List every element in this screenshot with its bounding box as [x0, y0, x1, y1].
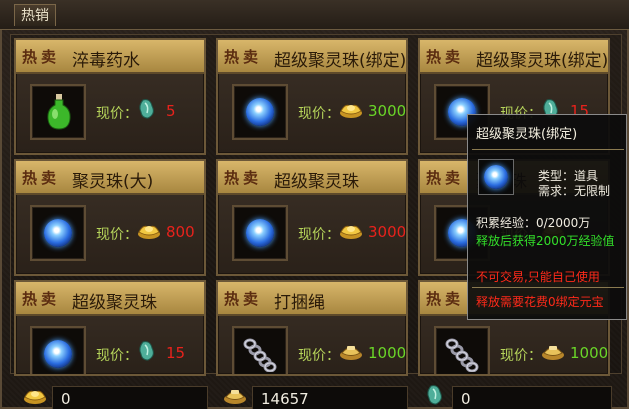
shop-item-card[interactable]: 热卖 超级聚灵珠现价： 15	[14, 280, 206, 376]
item-name: 超级聚灵珠(绑定)	[274, 51, 407, 71]
item-price: 5	[166, 102, 176, 120]
item-slot[interactable]	[30, 84, 86, 140]
item-slot[interactable]	[232, 326, 288, 374]
hot-sale-badge: 热卖	[224, 290, 263, 308]
price-label: 现价：	[298, 227, 340, 243]
card-header: 热卖 超级聚灵珠(绑定)	[420, 40, 608, 74]
price-label: 现价：	[298, 348, 340, 364]
item-slot[interactable]	[434, 326, 490, 374]
card-header: 热卖 淬毒药水	[16, 40, 204, 74]
poison-potion-icon	[46, 94, 72, 130]
gold-ingot-icon	[136, 219, 162, 241]
currency-balance: 14657	[261, 390, 309, 408]
price-label: 现价：	[96, 106, 138, 122]
hot-sale-badge: 热卖	[426, 290, 465, 308]
currency-balance-field: 14657	[252, 386, 408, 409]
currency-balance-field: 0	[452, 386, 612, 409]
price-label: 现价：	[298, 106, 340, 122]
item-name: 超级聚灵珠	[72, 293, 157, 313]
tooltip-release: 释放后获得2000万经验值	[476, 234, 615, 248]
tooltip-requirement: 需求：无限制	[538, 184, 611, 198]
card-header: 热卖 聚灵珠(大)	[16, 161, 204, 195]
price-label: 现价：	[500, 348, 542, 364]
currency-balance: 0	[61, 390, 71, 408]
item-price: 1000	[368, 344, 407, 362]
item-price: 800	[166, 223, 195, 241]
bound-gold-icon	[222, 384, 250, 408]
title-bar: 热销	[0, 0, 629, 30]
item-price: 1000	[570, 344, 609, 362]
item-price: 15	[166, 344, 186, 362]
shop-item-card[interactable]: 热卖 超级聚灵珠现价： 3000	[216, 159, 408, 276]
binding-rope-icon	[242, 338, 278, 373]
item-name: 超级聚灵珠	[274, 172, 359, 192]
shop-item-card[interactable]: 热卖 超级聚灵珠(绑定) 现价： 3000	[216, 38, 408, 155]
hot-sale-badge: 热卖	[426, 48, 465, 66]
jade-currency-icon	[136, 98, 162, 120]
gold-ingot-icon	[338, 219, 364, 241]
spirit-orb-icon	[44, 340, 72, 368]
hot-sale-badge: 热卖	[22, 48, 61, 66]
binding-rope-icon	[444, 338, 480, 373]
item-name: 淬毒药水	[72, 51, 140, 71]
currency-balance: 0	[461, 390, 471, 408]
jade-currency-icon	[136, 340, 162, 362]
item-price: 3000	[368, 223, 407, 241]
bound-gold-icon	[338, 340, 364, 362]
tooltip-trade-note: 不可交易,只能自己使用	[476, 270, 600, 284]
gold-ingot-icon	[22, 384, 50, 408]
shop-item-card[interactable]: 热卖 淬毒药水现价： 5	[14, 38, 206, 155]
shop-item-card[interactable]: 热卖 打捆绳现价： 1000	[216, 280, 408, 376]
tooltip-divider	[472, 287, 624, 288]
hot-sale-badge: 热卖	[426, 169, 465, 187]
item-slot[interactable]	[232, 205, 288, 261]
spirit-orb-icon	[484, 165, 508, 189]
item-name: 聚灵珠(大)	[72, 172, 154, 192]
tooltip-title: 超级聚灵珠(绑定)	[476, 127, 578, 142]
tooltip-item-slot	[478, 159, 514, 195]
currency-balance-field: 0	[52, 386, 208, 409]
item-name: 超级聚灵珠(绑定)	[476, 51, 609, 71]
item-price: 3000	[368, 102, 407, 120]
item-tooltip: 超级聚灵珠(绑定) 类型：道具 需求：无限制 积累经验：0/2000万 释放后获…	[467, 114, 627, 320]
spirit-orb-icon	[246, 98, 274, 126]
tooltip-divider	[472, 149, 624, 150]
jade-currency-icon	[424, 384, 452, 408]
card-header: 热卖 超级聚灵珠	[218, 161, 406, 195]
hot-sale-badge: 热卖	[224, 169, 263, 187]
price-label: 现价：	[96, 227, 138, 243]
card-header: 热卖 超级聚灵珠(绑定)	[218, 40, 406, 74]
hot-sale-badge: 热卖	[224, 48, 263, 66]
spirit-orb-icon	[44, 219, 72, 247]
item-slot[interactable]	[30, 205, 86, 261]
tooltip-cost: 释放需要花费0绑定元宝	[476, 295, 604, 309]
gold-ingot-icon	[338, 98, 364, 120]
item-slot[interactable]	[232, 84, 288, 140]
price-label: 现价：	[96, 348, 138, 364]
item-name: 打捆绳	[274, 293, 325, 313]
tab-hot-sale[interactable]: 热销	[14, 4, 56, 26]
hot-sale-badge: 热卖	[22, 290, 61, 308]
card-header: 热卖 打捆绳	[218, 282, 406, 316]
card-header: 热卖 超级聚灵珠	[16, 282, 204, 316]
shop-item-card[interactable]: 热卖 聚灵珠(大) 现价： 800	[14, 159, 206, 276]
spirit-orb-icon	[246, 219, 274, 247]
item-slot[interactable]	[30, 326, 86, 374]
tooltip-exp: 积累经验：0/2000万	[476, 216, 591, 230]
bound-gold-icon	[540, 340, 566, 362]
hot-sale-badge: 热卖	[22, 169, 61, 187]
